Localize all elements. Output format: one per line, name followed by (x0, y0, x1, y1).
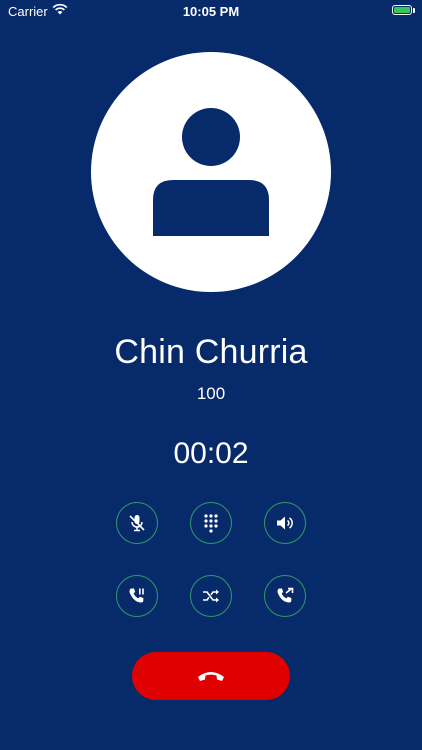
mic-muted-icon (129, 515, 145, 532)
speaker-button[interactable] (264, 502, 306, 544)
contact-number: 100 (196, 384, 226, 403)
phone-forward-icon (277, 587, 294, 603)
mute-button[interactable] (116, 502, 158, 544)
call-timer: 00:02 (173, 437, 249, 470)
forward-button[interactable] (264, 575, 306, 617)
phone-pause-icon (129, 588, 144, 603)
transfer-button[interactable] (190, 575, 232, 617)
status-time: 10:05 PM (182, 4, 240, 19)
person-icon (153, 108, 269, 236)
battery-cap (413, 8, 415, 13)
speaker-icon (277, 516, 293, 530)
keypad-button[interactable] (190, 502, 232, 544)
hold-button[interactable] (116, 575, 158, 617)
contact-avatar (91, 52, 331, 292)
status-bar: Carrier 10:05 PM (0, 0, 422, 22)
battery-level-fill (394, 7, 410, 13)
shuffle-icon (203, 589, 219, 603)
phone-hangup-icon (198, 672, 224, 681)
battery-icon (392, 5, 412, 15)
end-call-button[interactable] (132, 652, 290, 700)
dialpad-icon (204, 514, 218, 533)
contact-name: Chin Churria (114, 333, 308, 371)
